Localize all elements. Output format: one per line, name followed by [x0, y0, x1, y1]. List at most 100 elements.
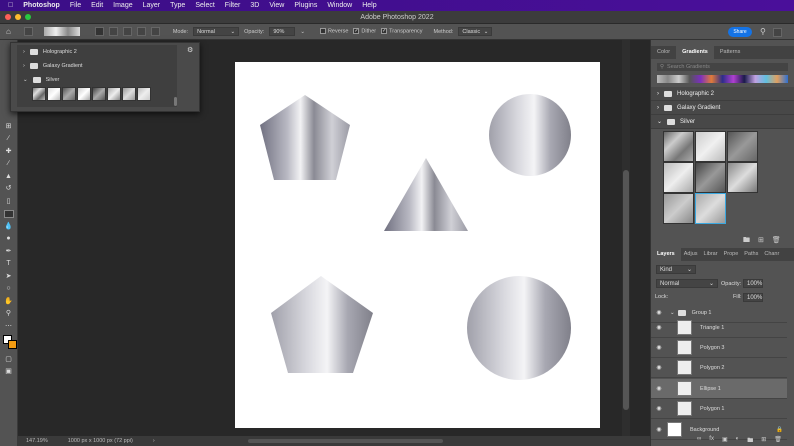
tab-gradients[interactable]: Gradients [676, 46, 714, 59]
new-layer-icon[interactable]: ⊞ [761, 436, 766, 446]
layer-filter-select[interactable]: Kind ⌄ [656, 265, 696, 274]
search-icon[interactable]: ⚲ [760, 27, 766, 36]
layer-row-polygon-3[interactable]: ◉ Polygon 3 [651, 338, 787, 358]
menu-type[interactable]: Type [170, 2, 185, 9]
eye-icon[interactable]: ◉ [651, 385, 667, 392]
workspace-icon[interactable] [773, 28, 782, 37]
menu-photoshop[interactable]: Photoshop [23, 2, 60, 9]
angle-gradient-button[interactable] [122, 27, 132, 36]
gradient-tool-icon[interactable] [3, 210, 14, 218]
hand-tool-icon[interactable]: ✋ [4, 298, 14, 306]
gradient-swatch[interactable] [47, 87, 61, 101]
silver-gradient-swatch[interactable] [663, 193, 694, 224]
adjustment-layer-icon[interactable]: ◐ [736, 436, 740, 446]
layer-row-polygon-2[interactable]: ◉ Polygon 2 [651, 358, 787, 378]
fx-icon[interactable]: fx [709, 436, 714, 446]
eye-icon[interactable]: ◉ [651, 426, 667, 433]
menu-window[interactable]: Window [327, 2, 352, 9]
gradient-folder-holographic-2[interactable]: › Holographic 2 [651, 87, 794, 101]
tab-paths[interactable]: Paths [741, 248, 761, 261]
silver-gradient-swatch[interactable] [663, 131, 694, 162]
menu-view[interactable]: View [269, 2, 284, 9]
silver-gradient-swatch[interactable] [695, 131, 726, 162]
gradient-swatch[interactable] [77, 87, 91, 101]
transparency-checkbox[interactable]: ✓ Transparency [381, 28, 423, 35]
fill-input[interactable]: 100% [743, 293, 763, 302]
menu-file[interactable]: File [70, 2, 81, 9]
blend-mode-select[interactable]: Normal ⌄ [656, 279, 718, 288]
document-canvas[interactable] [235, 62, 600, 428]
tool-preset-picker[interactable] [23, 27, 33, 36]
layer-row-ellipse-1-selected[interactable]: ◉ Ellipse 1 [651, 379, 787, 399]
type-tool-icon[interactable]: T [4, 260, 14, 268]
link-layers-icon[interactable]: ∞ [697, 436, 701, 446]
stamp-tool-icon[interactable]: ▲ [4, 173, 14, 181]
silver-gradient-swatch[interactable] [727, 162, 758, 193]
gradient-folder-galaxy-gradient[interactable]: › Galaxy Gradient [651, 101, 794, 115]
history-brush-icon[interactable]: ↺ [4, 185, 14, 193]
eraser-tool-icon[interactable]: ▯ [4, 198, 14, 206]
diamond-gradient-button[interactable] [150, 27, 160, 36]
brush-tool-icon[interactable]: ∕ [4, 160, 14, 168]
tab-layers[interactable]: Layers [651, 248, 681, 261]
popup-folder-galaxy-gradient[interactable]: › Galaxy Gradient [17, 59, 177, 73]
eye-icon[interactable]: ◉ [651, 364, 667, 371]
share-button[interactable]: Share [728, 27, 752, 37]
mode-select[interactable]: Normal ⌄ [193, 27, 240, 36]
tab-color[interactable]: Color [651, 46, 676, 59]
path-select-icon[interactable]: ➤ [4, 273, 14, 281]
tab-properties[interactable]: Prope [721, 248, 742, 261]
menu-image[interactable]: Image [113, 2, 132, 9]
pen-tool-icon[interactable]: ✒ [4, 248, 14, 256]
eye-icon[interactable]: ◉ [651, 344, 667, 351]
tab-patterns[interactable]: Patterns [714, 46, 746, 59]
screen-mode-icon[interactable]: ▣ [4, 368, 14, 376]
more-tools-icon[interactable]: ⋯ [4, 323, 14, 331]
eye-icon[interactable]: ◉ [651, 309, 667, 316]
search-gradients-input[interactable]: ⚲ Search Gradients [657, 63, 788, 71]
menu-select[interactable]: Select [195, 2, 214, 9]
quick-mask-icon[interactable]: ▢ [4, 356, 14, 364]
status-chevron-icon[interactable]: › [153, 438, 155, 444]
zoom-level[interactable]: 147.19% [26, 438, 48, 444]
crop-tool-icon[interactable]: ⊞ [4, 123, 14, 131]
radial-gradient-button[interactable] [108, 27, 118, 36]
color-swatches[interactable] [3, 335, 17, 351]
home-icon[interactable]: ⌂ [6, 27, 11, 36]
reverse-checkbox[interactable]: Reverse [319, 28, 348, 35]
tab-adjustments[interactable]: Adjus [681, 248, 701, 261]
silver-gradient-swatch[interactable] [695, 162, 726, 193]
shape-tool-icon[interactable]: ○ [4, 285, 14, 293]
method-select[interactable]: Classic ⌄ [458, 27, 493, 36]
vertical-scroll-thumb[interactable] [623, 170, 629, 410]
layer-row-triangle-1[interactable]: ◉ Triangle 1 [651, 318, 787, 338]
blur-tool-icon[interactable]: 💧 [4, 223, 14, 231]
zoom-tool-icon[interactable]: ⚲ [4, 310, 14, 318]
menu-help[interactable]: Help [362, 2, 376, 9]
gradient-swatch[interactable] [92, 87, 106, 101]
new-folder-icon[interactable]: 🖿 [743, 236, 750, 247]
tab-libraries[interactable]: Librar [701, 248, 721, 261]
eyedropper-tool-icon[interactable]: ∕ [4, 135, 14, 143]
gradient-swatch[interactable] [137, 87, 151, 101]
layer-opacity-input[interactable]: 100% [743, 279, 763, 288]
gradient-preview[interactable] [43, 27, 80, 36]
layer-row-polygon-1[interactable]: ◉ Polygon 1 [651, 399, 787, 419]
opacity-input[interactable]: 90% [269, 27, 296, 36]
gradient-swatch[interactable] [62, 87, 76, 101]
delete-icon[interactable]: 🗑 [772, 236, 781, 247]
popup-folder-holographic-2[interactable]: › Holographic 2 [17, 45, 177, 59]
gradient-swatch[interactable] [32, 87, 46, 101]
reflected-gradient-button[interactable] [136, 27, 146, 36]
healing-tool-icon[interactable]: ✚ [4, 148, 14, 156]
tab-channels[interactable]: Chanr [761, 248, 782, 261]
menu-filter[interactable]: Filter [225, 2, 241, 9]
recent-gradients[interactable] [657, 75, 788, 83]
add-mask-icon[interactable]: ▣ [722, 436, 728, 446]
gradient-folder-silver[interactable]: ⌄ Silver [651, 115, 794, 129]
popup-scrollbar[interactable] [174, 97, 177, 106]
dodge-tool-icon[interactable]: ● [4, 235, 14, 243]
menu-layer[interactable]: Layer [143, 2, 161, 9]
eye-icon[interactable]: ◉ [651, 324, 667, 331]
dither-checkbox[interactable]: ✓ Dither [353, 28, 376, 35]
